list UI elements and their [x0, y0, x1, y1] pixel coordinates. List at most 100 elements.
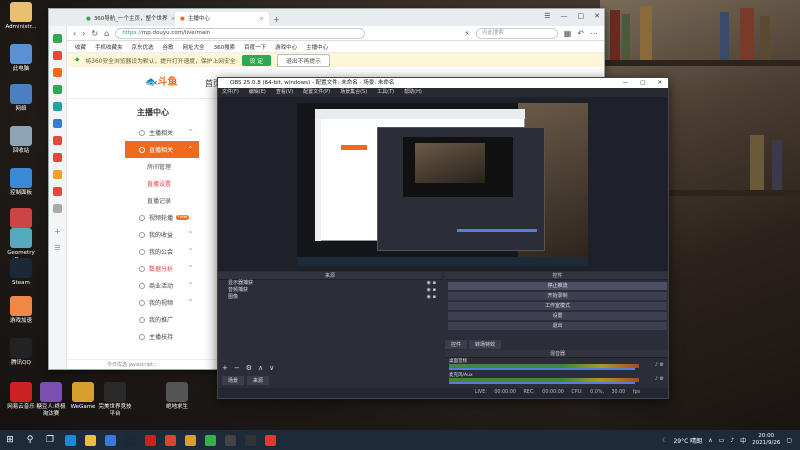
obs-menu-item[interactable]: 文件(F)	[222, 88, 239, 97]
tray-chevron-icon[interactable]: ∧	[708, 437, 712, 444]
menu-item[interactable]: 我的公会 ^	[125, 243, 199, 260]
desktop-icon[interactable]	[4, 208, 38, 230]
sidebar-app-icon[interactable]	[53, 119, 62, 128]
minimize-button[interactable]: —	[561, 12, 568, 20]
menu-item[interactable]: 数据分析 ^	[125, 260, 199, 277]
bookmark-item[interactable]: 京东优选	[132, 43, 154, 51]
bookmark-item[interactable]: 主播中心	[306, 43, 328, 51]
obs-menu-item[interactable]: 查看(V)	[276, 88, 293, 97]
obs-close-button[interactable]: ✕	[657, 78, 662, 88]
bookmark-item[interactable]: 网址大全	[183, 43, 205, 51]
refresh-icon[interactable]: ↻	[91, 29, 98, 38]
undo-icon[interactable]: ↶	[577, 29, 584, 38]
taskbar-app-netease[interactable]	[140, 430, 160, 450]
source-item[interactable]: 显示器捕获 ◉ ▪	[218, 280, 442, 287]
control-button[interactable]: 工作室模式	[448, 302, 667, 310]
tab-360-nav[interactable]: ● 360导航_一个主页，整个世界 ×	[81, 12, 175, 26]
menu-item[interactable]: 商业活动 ^	[125, 277, 199, 294]
back-icon[interactable]: ‹	[73, 29, 76, 38]
desktop-icon[interactable]: Administr...	[4, 2, 38, 31]
close-button[interactable]: ✕	[594, 12, 600, 20]
dismiss-notice-button[interactable]: 退出不再提示	[277, 53, 330, 67]
bookmark-item[interactable]: 百度一下	[244, 43, 266, 51]
dock-tab[interactable]: 来源	[247, 376, 270, 385]
dock-tab[interactable]: 场景	[222, 376, 245, 385]
desktop-icon[interactable]: 网络	[4, 84, 38, 113]
visibility-icon[interactable]: ◉ ▪	[427, 287, 436, 294]
sidebar-app-icon[interactable]	[53, 204, 62, 213]
obs-menu-item[interactable]: 场景集合(S)	[340, 88, 367, 97]
obs-preview[interactable]	[297, 103, 588, 266]
desktop-icon[interactable]: 此电脑	[4, 44, 38, 73]
volume-slider[interactable]	[449, 382, 635, 384]
menu-item[interactable]: 主播扶持	[125, 328, 199, 345]
ime-icon[interactable]: 中	[740, 436, 746, 445]
url-input[interactable]: https://mp.douyu.com/live/main	[115, 27, 366, 39]
source-tool-button[interactable]: ⚙	[246, 364, 252, 374]
desktop-icon[interactable]: 糖豆人:终极淘汰赛	[34, 382, 68, 418]
menu-item[interactable]: 我的视频 ^	[125, 294, 199, 311]
bookmark-item[interactable]: 收藏	[75, 43, 86, 51]
obs-menu-item[interactable]: 编辑(E)	[249, 88, 266, 97]
menu-item[interactable]: 直播记录	[125, 192, 199, 209]
close-tab-icon[interactable]: ×	[259, 12, 264, 26]
control-button[interactable]: 开始录制	[448, 292, 667, 300]
desktop-icon[interactable]: WeGame	[66, 382, 100, 411]
source-tool-button[interactable]: −	[234, 364, 240, 374]
network-icon[interactable]: ▭	[719, 437, 725, 444]
menu-item[interactable]: 我的推广	[125, 311, 199, 328]
obs-maximize-button[interactable]: □	[640, 78, 645, 88]
desktop-icon[interactable]: 绝地求生	[160, 382, 194, 411]
taskbar-app-douyu[interactable]	[260, 430, 280, 450]
desktop-icon[interactable]: 腾讯QQ	[4, 338, 38, 367]
bookmark-item[interactable]: 游戏中心	[275, 43, 297, 51]
control-button[interactable]: 设置	[448, 312, 667, 320]
maximize-button[interactable]: □	[578, 12, 585, 20]
controls-tab[interactable]: 控件	[445, 340, 468, 349]
sidebar-app-icon[interactable]	[53, 153, 62, 162]
more-icon[interactable]: ⋯	[590, 29, 598, 38]
sidebar-app-icon[interactable]	[53, 68, 62, 77]
tab-anchor-center[interactable]: ● 主播中心 ×	[175, 12, 269, 26]
sidebar-menu-icon[interactable]: ☰	[49, 244, 66, 252]
notification-icon[interactable]: ▢	[786, 437, 792, 444]
clock[interactable]: 20:00 2021/9/26	[752, 433, 780, 447]
source-tool-button[interactable]: ∧	[258, 364, 263, 374]
sidebar-app-icon[interactable]	[53, 85, 62, 94]
sidebar-app-icon[interactable]	[53, 136, 62, 145]
task-view-icon[interactable]: ❐	[40, 430, 60, 450]
douyu-logo[interactable]: 🐟斗鱼	[145, 73, 189, 91]
visibility-icon[interactable]: ◉ ▪	[427, 280, 436, 287]
source-tool-button[interactable]: ∨	[269, 364, 274, 374]
taskbar-app-store[interactable]	[100, 430, 120, 450]
control-button[interactable]: 退出	[448, 322, 667, 330]
obs-menu-item[interactable]: 帮助(H)	[404, 88, 422, 97]
desktop-icon[interactable]: 控制面板	[4, 168, 38, 197]
sidebar-app-icon[interactable]	[53, 187, 62, 196]
weather-text[interactable]: 29°C 晴朗	[673, 436, 702, 445]
control-button[interactable]: 停止推流	[448, 282, 667, 290]
speaker-icon[interactable]: ♪ ⚙	[655, 362, 664, 368]
desktop-icon[interactable]: 游戏加速	[4, 296, 38, 325]
menu-item[interactable]: 房间管理	[125, 158, 199, 175]
bookmark-item[interactable]: 谷歌	[163, 43, 174, 51]
menu-item[interactable]: 我的收益 ^	[125, 226, 199, 243]
desktop-icon[interactable]: 网易云音乐	[4, 382, 38, 411]
sidebar-add-icon[interactable]: +	[49, 227, 66, 236]
start-button[interactable]: ⊞	[0, 430, 20, 450]
taskbar-app-360[interactable]	[200, 430, 220, 450]
sidebar-app-icon[interactable]	[53, 170, 62, 179]
taskbar-app-terminal[interactable]	[240, 430, 260, 450]
volume-icon[interactable]: ♪	[730, 437, 734, 444]
sidebar-app-icon[interactable]	[53, 34, 62, 43]
menu-item[interactable]: 直播相关 ^	[125, 141, 199, 158]
set-default-button[interactable]: 设 定	[241, 54, 272, 66]
volume-slider[interactable]	[449, 368, 635, 370]
sidebar-app-icon[interactable]	[53, 102, 62, 111]
taskbar-app-game[interactable]	[160, 430, 180, 450]
taskbar-app-explorer[interactable]	[80, 430, 100, 450]
home-icon[interactable]: ⌂	[104, 29, 109, 38]
controls-tab[interactable]: 转场特效	[469, 340, 502, 349]
grid-icon[interactable]: ▦	[564, 29, 572, 38]
source-tool-button[interactable]: +	[222, 364, 228, 374]
